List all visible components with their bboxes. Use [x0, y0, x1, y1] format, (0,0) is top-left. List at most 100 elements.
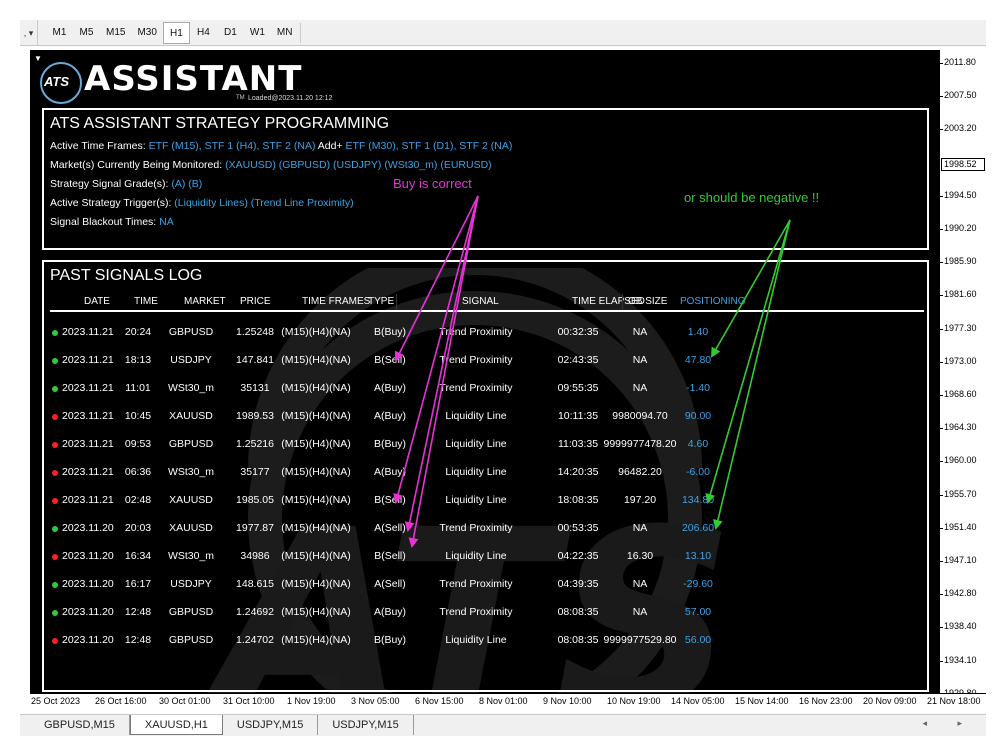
price-tick — [940, 63, 943, 64]
cell-tf: (M15)(H4)(NA) — [281, 550, 351, 562]
row-value: (XAUUSD) (GBPUSD) (USDJPY) (WSt30_m) (EU… — [225, 159, 492, 171]
cell-pos: 57.00 — [684, 606, 712, 618]
cell-tf: (M15)(H4)(NA) — [281, 578, 351, 590]
time-tick-label: 25 Oct 2023 — [31, 696, 81, 706]
cell-market: WSt30_m — [167, 382, 215, 394]
table-row: 2023.11.21 11:01 WSt30_m 35131 (M15)(H4)(NA)… — [50, 374, 924, 402]
timeframe-button-mn[interactable]: MN — [271, 22, 299, 44]
table-row: 2023.11.21 10:45 XAUUSD 1989.53 (M15)(H4)(NA… — [50, 402, 924, 430]
header-date: DATE — [84, 296, 110, 307]
timeframe-button-h4[interactable]: H4 — [190, 22, 217, 44]
header-signal: SIGNAL — [462, 296, 499, 307]
cell-pos: 4.60 — [687, 438, 709, 450]
time-tick-label: 10 Nov 19:00 — [607, 696, 661, 706]
cell-price: 35131 — [240, 382, 270, 394]
price-tick-label: 1951.40 — [944, 521, 977, 532]
cell-tf: (M15)(H4)(NA) — [281, 606, 351, 618]
price-tick — [940, 328, 943, 330]
status-dot-icon — [52, 610, 58, 616]
logo-badge: ATS — [44, 74, 70, 89]
chart-menu-icon[interactable]: ▼ — [34, 54, 42, 63]
cell-time: 11:01 — [125, 382, 151, 394]
timeframe-button-w1[interactable]: W1 — [244, 22, 271, 44]
cell-elapsed: 02:43:35 — [557, 354, 599, 366]
price-tick — [940, 660, 943, 662]
chart-tab[interactable]: GBPUSD,M15 — [30, 715, 130, 735]
cell-pos: 47.80 — [684, 354, 712, 366]
cell-type: A(Buy) — [373, 606, 407, 618]
cell-price: 1.24702 — [236, 634, 274, 646]
cell-ob: NA — [632, 606, 648, 618]
cell-type: B(Buy) — [373, 326, 407, 338]
time-tick-label: 30 Oct 01:00 — [159, 696, 211, 706]
price-tick — [940, 494, 943, 496]
cell-ob: NA — [632, 578, 648, 590]
cell-price: 34986 — [240, 550, 270, 562]
cell-price: 1.24692 — [236, 606, 274, 618]
header-time: TIME — [134, 296, 158, 307]
cell-elapsed: 18:08:35 — [557, 494, 599, 506]
timeframe-button-m15[interactable]: M15 — [100, 22, 131, 44]
cell-date: 2023.11.21 — [62, 438, 114, 450]
timeframe-button-m1[interactable]: M1 — [46, 22, 73, 44]
cell-ob: 197.20 — [623, 494, 657, 506]
timeframe-button-h1[interactable]: H1 — [162, 22, 190, 44]
cell-tf: (M15)(H4)(NA) — [281, 354, 351, 366]
time-tick-label: 9 Nov 10:00 — [543, 696, 592, 706]
cell-pos: -29.60 — [683, 578, 713, 590]
time-axis[interactable]: 25 Oct 2023 26 Oct 16:00 30 Oct 01:00 31 Oc… — [30, 693, 986, 708]
status-dot-icon — [52, 414, 58, 420]
strategy-panel: ATS ASSISTANT STRATEGY PROGRAMMING Activ… — [42, 108, 929, 250]
price-tick — [940, 527, 943, 529]
cell-signal: Trend Proximity — [439, 578, 513, 590]
timeframe-button-d1[interactable]: D1 — [217, 22, 244, 44]
cell-tf: (M15)(H4)(NA) — [281, 522, 351, 534]
timeframe-button-m30[interactable]: M30 — [131, 22, 162, 44]
status-dot-icon — [52, 498, 58, 504]
price-tick — [940, 561, 943, 562]
cell-signal: Liquidity Line — [445, 494, 507, 506]
cell-ob: NA — [632, 522, 648, 534]
table-row: 2023.11.21 06:36 WSt30_m 35177 (M15)(H4)(NA)… — [50, 458, 924, 486]
cell-date: 2023.11.21 — [62, 466, 114, 478]
header-type: TYPE — [368, 296, 395, 307]
row-label: Active Time Frames: — [50, 140, 146, 152]
row-label: Strategy Signal Grade(s): — [50, 178, 169, 190]
price-tick-label: 1981.60 — [944, 289, 977, 300]
chart-tab[interactable]: XAUUSD,H1 — [129, 715, 223, 735]
status-dot-icon — [52, 358, 58, 364]
cell-date: 2023.11.20 — [62, 550, 114, 562]
time-tick-label: 21 Nov 18:00 — [927, 696, 981, 706]
cell-price: 1.25216 — [236, 438, 274, 450]
header-time-frames: TIME FRAMES — [302, 296, 371, 307]
time-tick-label: 26 Oct 16:00 — [95, 696, 147, 706]
timeframe-button-m5[interactable]: M5 — [73, 22, 100, 44]
chart-tab[interactable]: USDJPY,M15 — [318, 715, 414, 735]
cell-time: 16:17 — [124, 578, 152, 590]
cell-signal: Trend Proximity — [439, 606, 513, 618]
toolbar-dropdown-icon[interactable]: , ▾ — [20, 20, 38, 46]
tab-scroll-arrows[interactable]: ◂ ▸ — [922, 718, 976, 729]
cell-price: 1.25248 — [236, 326, 274, 338]
price-axis[interactable]: 1998.52 2011.80 2007.50 2003.20 1994.50 1990… — [939, 50, 986, 698]
cell-signal: Liquidity Line — [445, 466, 507, 478]
log-title: PAST SIGNALS LOG — [50, 267, 203, 284]
price-tick-label: 1942.80 — [944, 588, 977, 599]
cell-pos: 1.40 — [687, 326, 709, 338]
cell-type: A(Buy) — [373, 410, 407, 422]
cell-type: B(Sell) — [374, 550, 406, 562]
chart-canvas[interactable]: ATS ▼ ATS ASSISTANT TM Loaded@2023.11.20… — [30, 50, 939, 693]
header-divider — [396, 294, 397, 310]
cell-ob: 9999977529.80 — [603, 634, 677, 646]
cell-time: 16:34 — [124, 550, 152, 562]
cell-elapsed: 10:11:35 — [557, 410, 599, 422]
time-tick-label: 8 Nov 01:00 — [479, 696, 528, 706]
price-tick — [940, 262, 943, 264]
chart-tab[interactable]: USDJPY,M15 — [223, 715, 319, 735]
price-tick-label: 1968.60 — [944, 389, 977, 399]
cell-price: 1989.53 — [236, 410, 274, 422]
cell-price: 148.615 — [236, 578, 274, 590]
annotation-buy-correct: Buy is correct — [393, 176, 472, 191]
cell-type: B(Sell) — [374, 354, 406, 366]
price-tick-label: 1934.10 — [944, 654, 977, 665]
